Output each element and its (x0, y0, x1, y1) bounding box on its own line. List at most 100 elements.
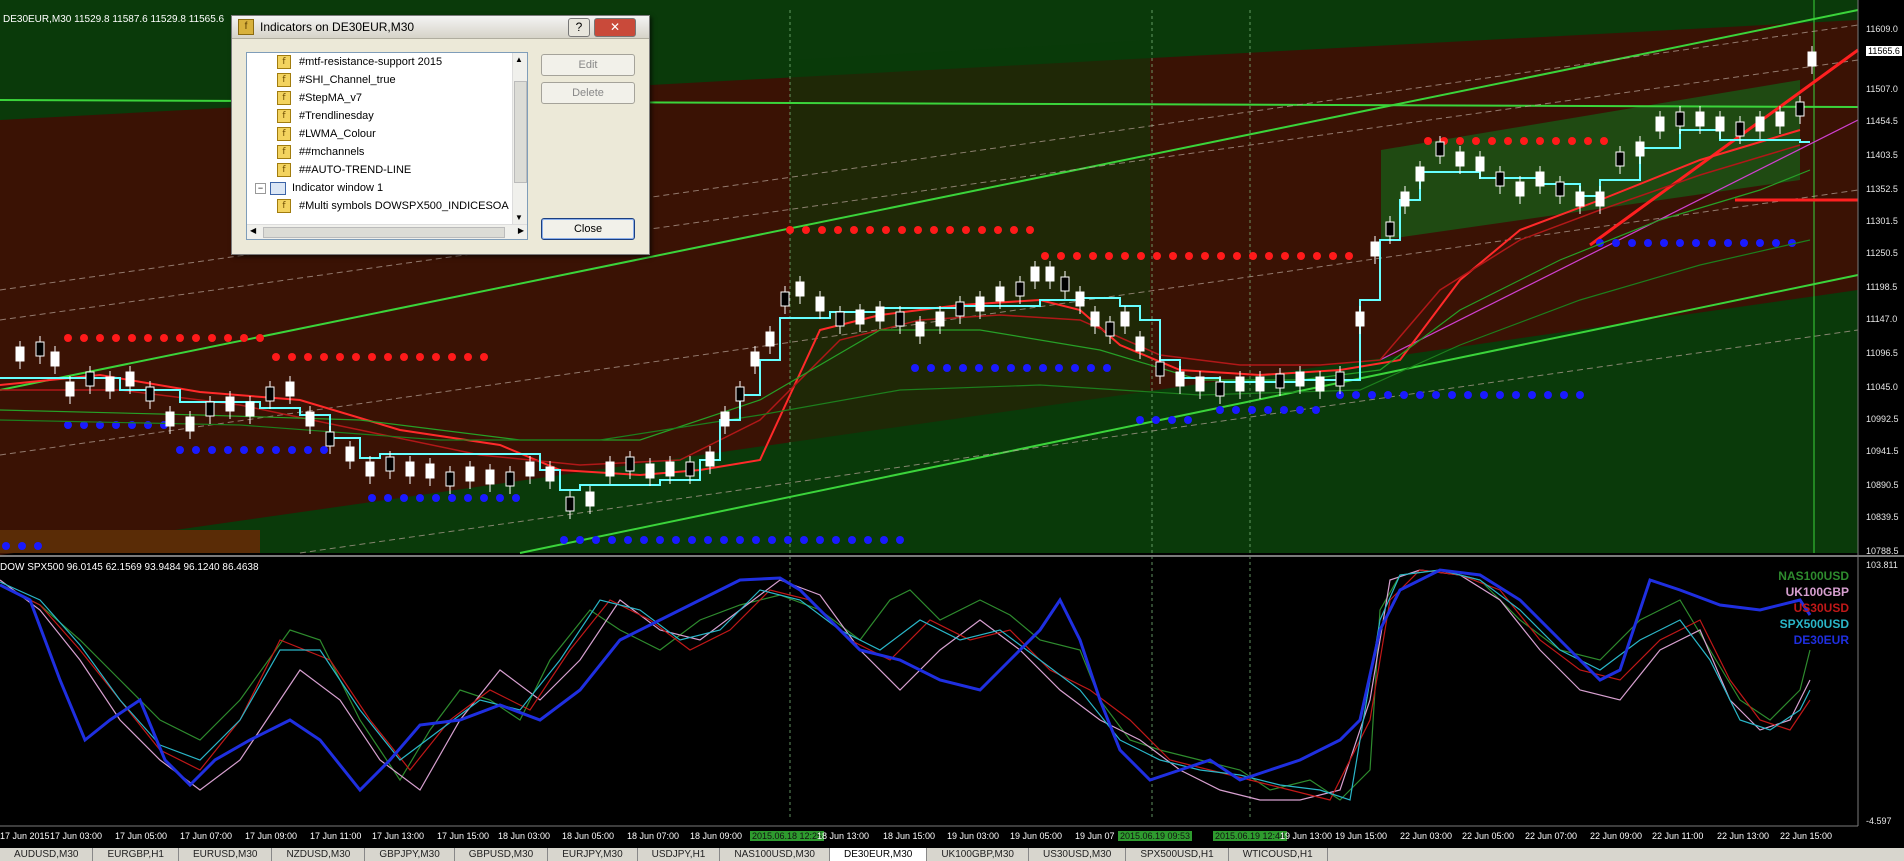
symbol-tab[interactable]: USDJPY,H1 (638, 848, 721, 861)
symbol-tab[interactable]: GBPUSD,M30 (455, 848, 549, 861)
symbol-tab[interactable]: AUDUSD,M30 (0, 848, 94, 861)
candlestick (720, 411, 730, 427)
candlestick (265, 386, 275, 402)
candlestick (1795, 101, 1805, 117)
legend-item: UK100GBP (1785, 585, 1849, 599)
delete-button[interactable]: Delete (541, 82, 635, 104)
indicator-item[interactable]: f ##AUTO-TREND-LINE (277, 161, 527, 179)
symbol-tab[interactable]: WTICOUSD,H1 (1229, 848, 1328, 861)
symbol-tab[interactable]: UK100GBP,M30 (927, 848, 1029, 861)
price-label: 11198.5 (1866, 282, 1898, 292)
candlestick (285, 381, 295, 397)
indicator-item[interactable]: f #LWMA_Colour (277, 125, 527, 143)
indicator-item[interactable]: f ##mchannels (277, 143, 527, 161)
candlestick (485, 469, 495, 485)
symbol-tab[interactable]: US30USD,M30 (1029, 848, 1127, 861)
candlestick (645, 463, 655, 479)
candlestick (205, 401, 215, 417)
candlestick (1515, 181, 1525, 197)
price-label: 10839.5 (1866, 512, 1899, 522)
dialog-title: Indicators on DE30EUR,M30 (260, 20, 415, 34)
symbol-tab[interactable]: DE30EUR,M30 (829, 848, 928, 861)
indicator-item[interactable]: − Indicator window 1 (255, 179, 527, 197)
candlestick (565, 496, 575, 512)
scroll-thumb[interactable] (514, 81, 527, 183)
candlestick (1215, 381, 1225, 397)
candlestick (1755, 116, 1765, 132)
candlestick (1195, 376, 1205, 392)
indicators-tree[interactable]: f #mtf-resistance-support 2015 f #SHI_Chann… (246, 52, 528, 240)
symbol-tab[interactable]: NAS100USD,M30 (720, 848, 830, 861)
help-button[interactable]: ? (568, 18, 590, 37)
indicator-label: ##AUTO-TREND-LINE (299, 164, 412, 176)
candlestick (1615, 151, 1625, 167)
time-label: 22 Jun 05:00 (1462, 831, 1515, 841)
close-button[interactable]: Close (541, 218, 635, 240)
candlestick (185, 416, 195, 432)
scroll-down-icon[interactable]: ▼ (515, 213, 523, 222)
time-label: 17 Jun 2015 (0, 831, 50, 841)
indicator-window-title: DOW SPX500 96.0145 62.1569 93.9484 96.12… (0, 562, 259, 573)
indicator-icon: f (277, 163, 291, 177)
candlestick (225, 396, 235, 412)
candlestick (750, 351, 760, 367)
indicator-icon: f (277, 145, 291, 159)
indicator-icon: f (277, 109, 291, 123)
time-label: 22 Jun 11:00 (1652, 831, 1704, 841)
candlestick (795, 281, 805, 297)
candlestick (425, 463, 435, 479)
candlestick (1535, 171, 1545, 187)
hscroll-thumb[interactable] (263, 227, 505, 238)
candlestick (1655, 116, 1665, 132)
price-label: 10941.5 (1866, 446, 1899, 456)
candlestick (1045, 266, 1055, 282)
indicator-label: #LWMA_Colour (299, 128, 376, 140)
candlestick (1695, 111, 1705, 127)
candlestick (995, 286, 1005, 302)
candlestick (365, 461, 375, 477)
tree-horizontal-scrollbar[interactable]: ◀ ▶ (247, 224, 527, 239)
indicators-dialog[interactable]: f Indicators on DE30EUR,M30 ? ✕ f #mtf-re… (231, 15, 650, 255)
symbol-tab[interactable]: EURUSD,M30 (179, 848, 273, 861)
candlestick (1635, 141, 1645, 157)
close-x-button[interactable]: ✕ (594, 18, 636, 37)
price-label: 11147.0 (1866, 314, 1898, 324)
time-label: 18 Jun 03:00 (498, 831, 551, 841)
time-label: 17 Jun 13:00 (372, 831, 425, 841)
indicator-item[interactable]: f #mtf-resistance-support 2015 (277, 53, 527, 71)
edit-button[interactable]: Edit (541, 54, 635, 76)
time-label: 19 Jun 13:00 (1280, 831, 1333, 841)
indicator-icon: f (277, 55, 291, 69)
tree-vertical-scrollbar[interactable]: ▲ ▼ (512, 53, 527, 224)
indicator-item[interactable]: f #Multi symbols DOWSPX500_INDICESOA (277, 197, 527, 215)
time-label: 17 Jun 11:00 (310, 831, 362, 841)
candlestick (585, 491, 595, 507)
symbol-tab[interactable]: GBPJPY,M30 (365, 848, 455, 861)
candlestick (245, 401, 255, 417)
candlestick (975, 296, 985, 312)
collapse-icon[interactable]: − (255, 182, 266, 194)
scroll-left-icon[interactable]: ◀ (250, 226, 256, 235)
symbol-tab[interactable]: EURJPY,M30 (548, 848, 638, 861)
indicator-label: #mtf-resistance-support 2015 (299, 56, 443, 68)
time-label: 19 Jun 03:00 (947, 831, 1000, 841)
scroll-right-icon[interactable]: ▶ (518, 226, 524, 235)
candlestick (1370, 241, 1380, 257)
indicator-item[interactable]: f #SHI_Channel_true (277, 71, 527, 89)
time-label: 17 Jun 03:00 (50, 831, 103, 841)
symbol-tab[interactable]: NZDUSD,M30 (272, 848, 366, 861)
candlestick (1315, 376, 1325, 392)
symbol-tab[interactable]: SPX500USD,H1 (1126, 848, 1229, 861)
candlestick (1075, 291, 1085, 307)
indicator-item[interactable]: f #StepMA_v7 (277, 89, 527, 107)
candlestick (385, 456, 395, 472)
candlestick (15, 346, 25, 362)
candlestick (1060, 276, 1070, 292)
time-label: 17 Jun 05:00 (115, 831, 168, 841)
indicators-icon: f (238, 19, 254, 35)
time-label: 22 Jun 15:00 (1780, 831, 1833, 841)
indicator-label: ##mchannels (299, 146, 365, 158)
scroll-up-icon[interactable]: ▲ (515, 55, 523, 64)
symbol-tab[interactable]: EURGBP,H1 (93, 848, 179, 861)
indicator-item[interactable]: f #Trendlinesday (277, 107, 527, 125)
